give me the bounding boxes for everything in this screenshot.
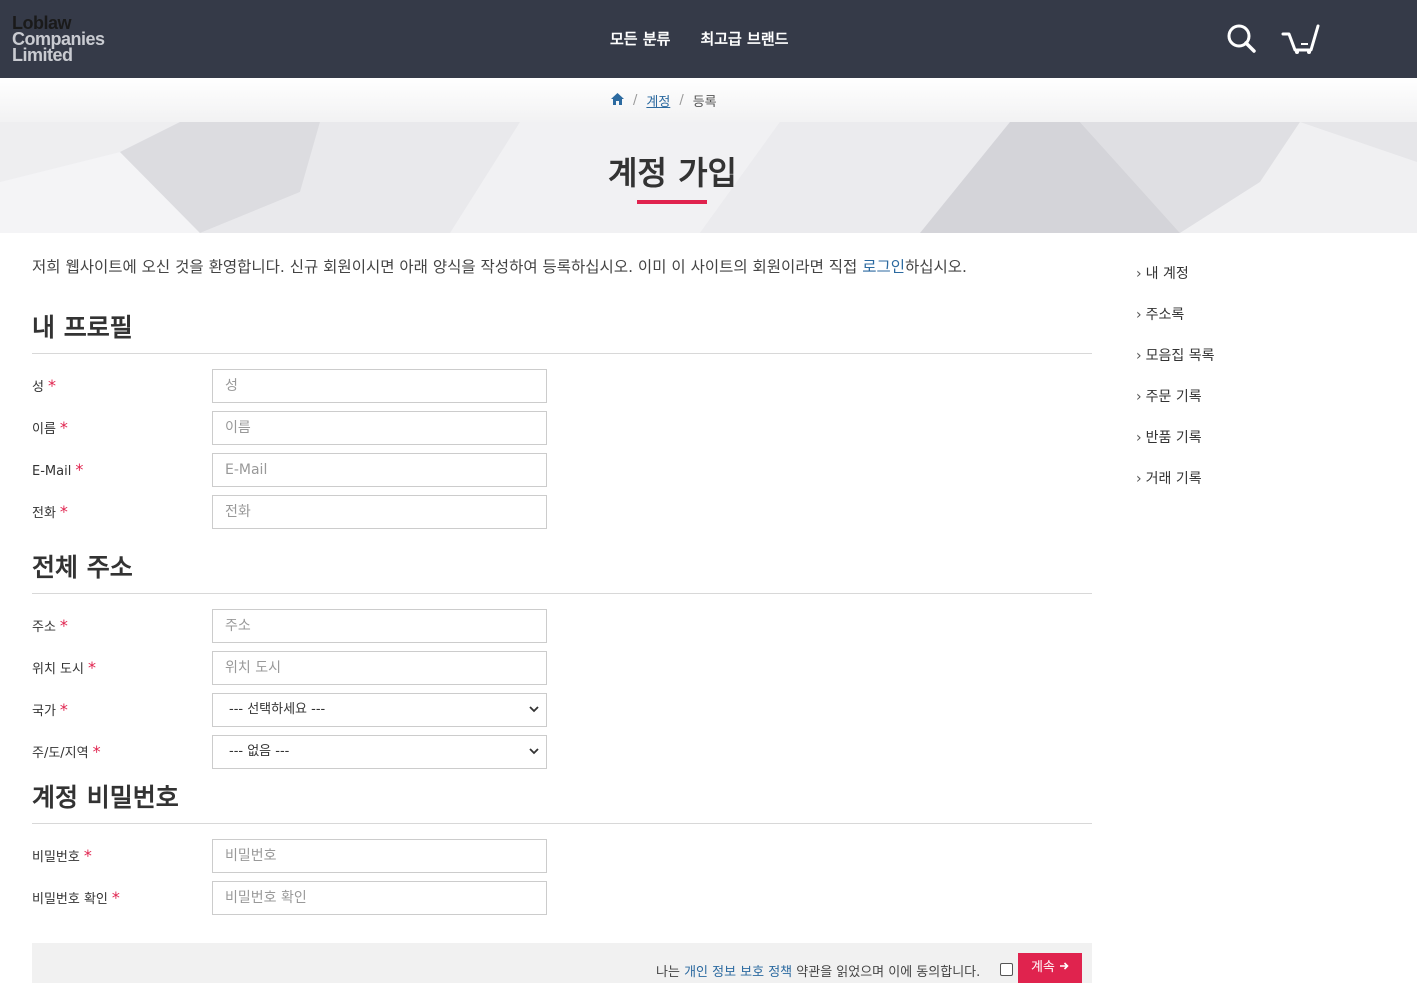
chevron-down-icon [528,695,540,737]
label-country: 국가 * [32,700,68,719]
breadcrumb-separator: / [679,93,684,108]
privacy-policy-link[interactable]: 개인 정보 보호 정책 [684,965,792,980]
sidebar-item-returns[interactable]: › 반품 기록 [1136,427,1202,447]
sidebar-item-wishlist[interactable]: › 모음집 목록 [1136,345,1214,365]
arrow-right-icon [1059,960,1069,975]
page-title: 계정 가입 [608,154,737,192]
region-select[interactable]: --- 없음 --- [212,735,547,769]
intro-text: 저희 웹사이트에 오신 것을 환영합니다. 신규 회원이시면 아래 양식을 작성… [32,255,967,277]
chevron-right-icon: › [1136,430,1142,446]
intro-text-after: 하십시오. [905,258,967,276]
last-name-input[interactable]: 성 [212,369,547,403]
home-icon[interactable] [611,92,624,109]
label-password: 비밀번호 * [32,846,92,865]
password-confirm-input[interactable]: 비밀번호 확인 [212,881,547,915]
chevron-right-icon: › [1136,389,1142,405]
chevron-right-icon: › [1136,307,1142,323]
nav-premium-brands[interactable]: 최고급 브랜드 [700,28,788,49]
section-title-address: 전체 주소 [32,553,133,582]
label-email: E-Mail * [32,460,84,479]
nav-all-categories[interactable]: 모든 분류 [610,28,670,49]
label-phone: 전화 * [32,502,68,521]
country-selected-value: --- 선택하세요 --- [229,702,326,717]
breadcrumb-account-link[interactable]: 계정 [646,91,670,110]
main-nav: 모든 분류 최고급 브랜드 [610,28,788,49]
password-input[interactable]: 비밀번호 [212,839,547,873]
breadcrumb-separator: / [633,93,638,108]
phone-input[interactable]: 전화 [212,495,547,529]
cart-icon[interactable] [1281,20,1323,60]
city-input[interactable]: 위치 도시 [212,651,547,685]
chevron-right-icon: › [1136,266,1142,282]
label-address: 주소 * [32,616,68,635]
search-icon[interactable] [1225,20,1257,60]
logo[interactable]: Loblaw Companies Limited [12,14,105,65]
section-title-profile: 내 프로필 [32,313,133,342]
privacy-agreement-text: 나는 개인 정보 보호 정책 약관을 읽었으며 이에 동의합니다. [656,965,981,980]
logo-line-3: Limited [12,45,73,65]
label-password-confirm: 비밀번호 확인 * [32,888,120,907]
section-title-password: 계정 비밀번호 [32,783,179,812]
privacy-agree-checkbox[interactable] [1000,963,1013,976]
region-selected-value: --- 없음 --- [229,744,290,759]
chevron-right-icon: › [1136,471,1142,487]
breadcrumb: / 계정 / 등록 [611,91,717,110]
section-divider [32,353,1092,354]
section-divider [32,593,1092,594]
site-header: Loblaw Companies Limited 모든 분류 최고급 브랜드 [0,0,1417,78]
chevron-down-icon [528,737,540,779]
breadcrumb-current: 등록 [692,95,717,110]
intro-text-before: 저희 웹사이트에 오신 것을 환영합니다. 신규 회원이시면 아래 양식을 작성… [32,258,863,276]
sidebar-item-my-account[interactable]: › 내 계정 [1136,263,1189,283]
sidebar-item-transactions[interactable]: › 거래 기록 [1136,468,1202,488]
email-input[interactable]: E-Mail [212,453,547,487]
label-region: 주/도/지역 * [32,742,101,761]
address-input[interactable]: 주소 [212,609,547,643]
title-underline [637,200,707,204]
sidebar-item-order-history[interactable]: › 주문 기록 [1136,386,1202,406]
country-select[interactable]: --- 선택하세요 --- [212,693,547,727]
login-link[interactable]: 로그인 [862,258,905,276]
page-banner: 계정 가입 [0,122,1417,233]
continue-button[interactable]: 계속 [1018,953,1082,983]
label-city: 위치 도시 * [32,658,96,677]
sidebar-item-address-book[interactable]: › 주소록 [1136,304,1184,324]
label-last-name: 성 * [32,376,56,395]
section-divider [32,823,1092,824]
first-name-input[interactable]: 이름 [212,411,547,445]
label-first-name: 이름 * [32,418,68,437]
chevron-right-icon: › [1136,348,1142,364]
